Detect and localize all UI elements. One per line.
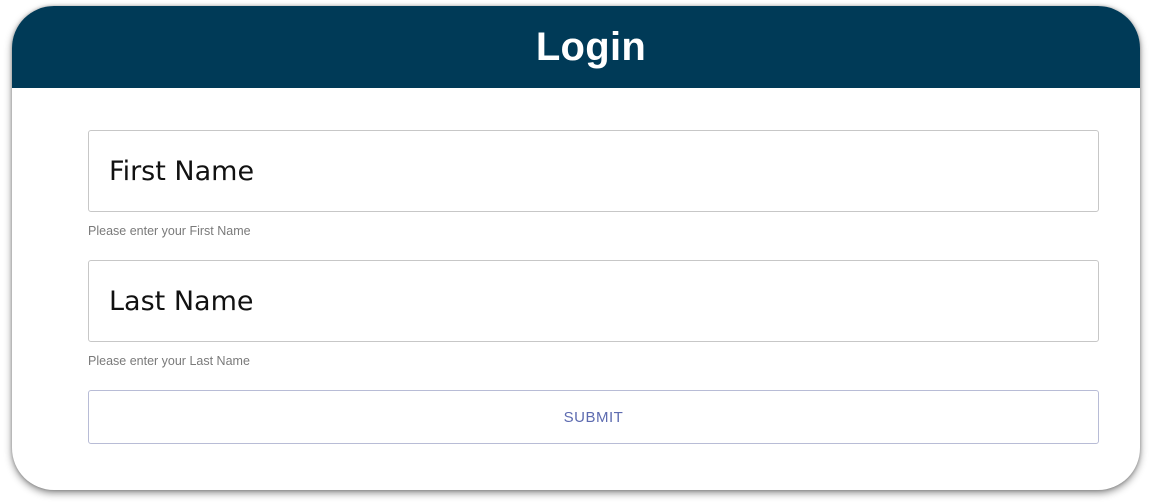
last-name-input[interactable] (109, 285, 1098, 317)
login-form: Please enter your First Name Please ente… (88, 130, 1099, 444)
last-name-field[interactable] (88, 260, 1099, 342)
first-name-input[interactable] (109, 155, 1098, 187)
last-name-helper-text: Please enter your Last Name (88, 354, 250, 368)
submit-button[interactable]: SUBMIT (88, 390, 1099, 444)
login-card: Login Please enter your First Name Pleas… (12, 6, 1140, 490)
login-header: Login (12, 6, 1140, 88)
first-name-field[interactable] (88, 130, 1099, 212)
login-title: Login (535, 24, 647, 69)
first-name-helper-text: Please enter your First Name (88, 224, 251, 238)
